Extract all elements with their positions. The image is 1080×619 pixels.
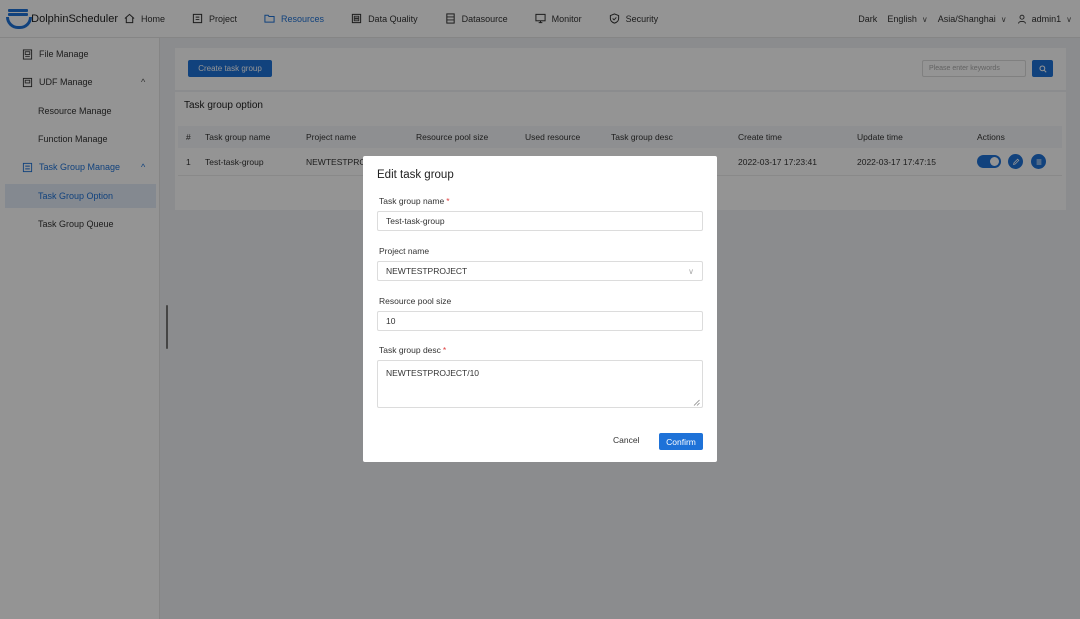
chevron-down-icon: ∨	[688, 267, 694, 276]
select-value: NEWTESTPROJECT	[386, 266, 468, 276]
cancel-button[interactable]: Cancel	[613, 435, 639, 445]
textarea-value: NEWTESTPROJECT/10	[386, 368, 480, 378]
project-name-label: Project name	[379, 246, 430, 256]
resize-grip-icon[interactable]	[693, 398, 700, 406]
task-group-desc-label: Task group desc *	[379, 345, 446, 355]
field-label-text: Task group desc	[379, 345, 441, 355]
field-label-text: Task group name	[379, 196, 445, 206]
task-group-name-label: Task group name *	[379, 196, 450, 206]
input-value: Test-task-group	[386, 216, 445, 226]
task-group-name-input[interactable]: Test-task-group	[377, 211, 703, 231]
confirm-button[interactable]: Confirm	[659, 433, 703, 450]
input-value: 10	[386, 316, 396, 326]
resource-pool-size-label: Resource pool size	[379, 296, 452, 306]
resource-pool-size-input[interactable]: 10	[377, 311, 703, 331]
required-mark: *	[446, 196, 450, 206]
required-mark: *	[442, 345, 447, 355]
project-name-select[interactable]: NEWTESTPROJECT ∨	[377, 261, 703, 281]
dialog-title: Edit task group	[377, 169, 454, 181]
task-group-desc-textarea[interactable]: NEWTESTPROJECT/10	[377, 360, 703, 408]
edit-task-group-dialog: Edit task group Task group name * Test-ta…	[363, 156, 717, 462]
